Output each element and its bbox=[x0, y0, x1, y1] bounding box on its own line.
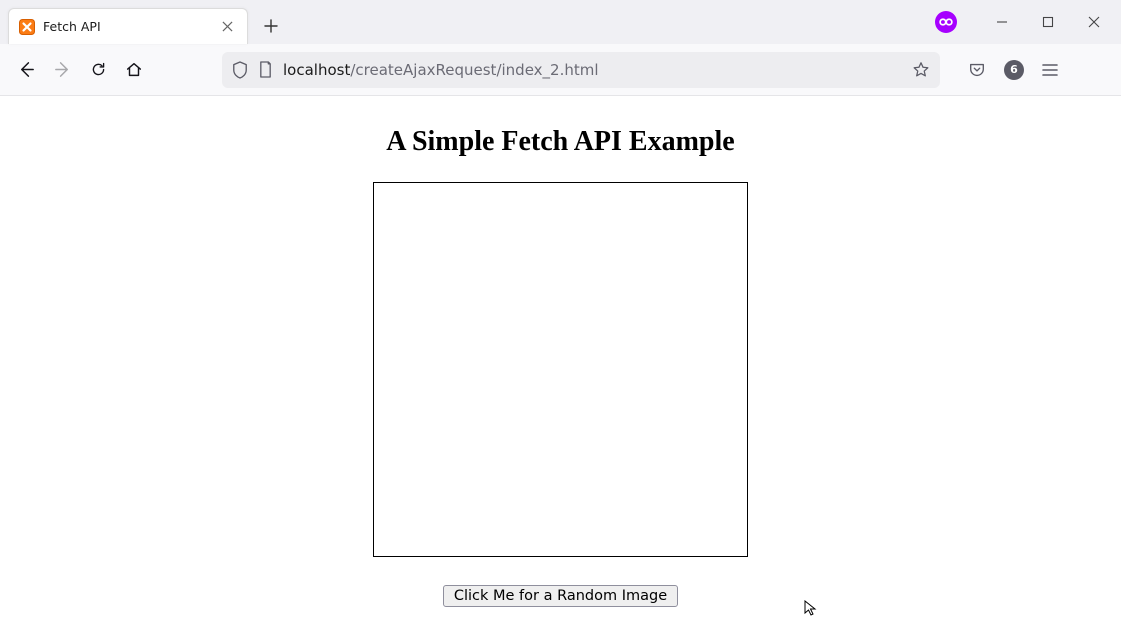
pocket-icon[interactable] bbox=[968, 61, 986, 79]
browser-toolbar: localhost/createAjaxRequest/index_2.html… bbox=[0, 44, 1121, 96]
tab-strip: Fetch API bbox=[0, 0, 1121, 44]
random-image-button[interactable]: Click Me for a Random Image bbox=[443, 585, 678, 607]
mouse-cursor-icon bbox=[804, 600, 820, 616]
page-heading: A Simple Fetch API Example bbox=[0, 126, 1121, 158]
nav-reload-button[interactable] bbox=[80, 52, 116, 88]
xampp-icon bbox=[19, 19, 35, 35]
url-host: localhost bbox=[283, 61, 350, 79]
url-text: localhost/createAjaxRequest/index_2.html bbox=[283, 61, 902, 79]
app-menu-button[interactable] bbox=[1042, 63, 1058, 77]
titlebar-controls bbox=[935, 0, 1121, 44]
window-minimize-button[interactable] bbox=[979, 0, 1025, 44]
extension-badge-icon[interactable] bbox=[935, 11, 957, 33]
image-placeholder-box bbox=[373, 182, 748, 557]
tab-close-button[interactable] bbox=[217, 17, 237, 37]
url-bar[interactable]: localhost/createAjaxRequest/index_2.html bbox=[222, 52, 940, 88]
bookmark-star-icon[interactable] bbox=[912, 61, 930, 79]
page-root: A Simple Fetch API Example Click Me for … bbox=[0, 96, 1121, 607]
nav-back-button[interactable] bbox=[8, 52, 44, 88]
tab-title: Fetch API bbox=[43, 19, 209, 34]
browser-tab-active[interactable]: Fetch API bbox=[8, 8, 248, 44]
tracking-shield-icon[interactable] bbox=[232, 61, 248, 79]
nav-home-button[interactable] bbox=[116, 52, 152, 88]
new-tab-button[interactable] bbox=[256, 11, 286, 41]
window-maximize-button[interactable] bbox=[1025, 0, 1071, 44]
page-info-icon[interactable] bbox=[258, 61, 273, 78]
content-viewport: A Simple Fetch API Example Click Me for … bbox=[0, 96, 1121, 625]
nav-forward-button[interactable] bbox=[44, 52, 80, 88]
notification-count-badge[interactable]: 6 bbox=[1004, 60, 1024, 80]
window-close-button[interactable] bbox=[1071, 0, 1117, 44]
url-path: /createAjaxRequest/index_2.html bbox=[350, 61, 598, 79]
toolbar-right: 6 bbox=[952, 60, 1068, 80]
